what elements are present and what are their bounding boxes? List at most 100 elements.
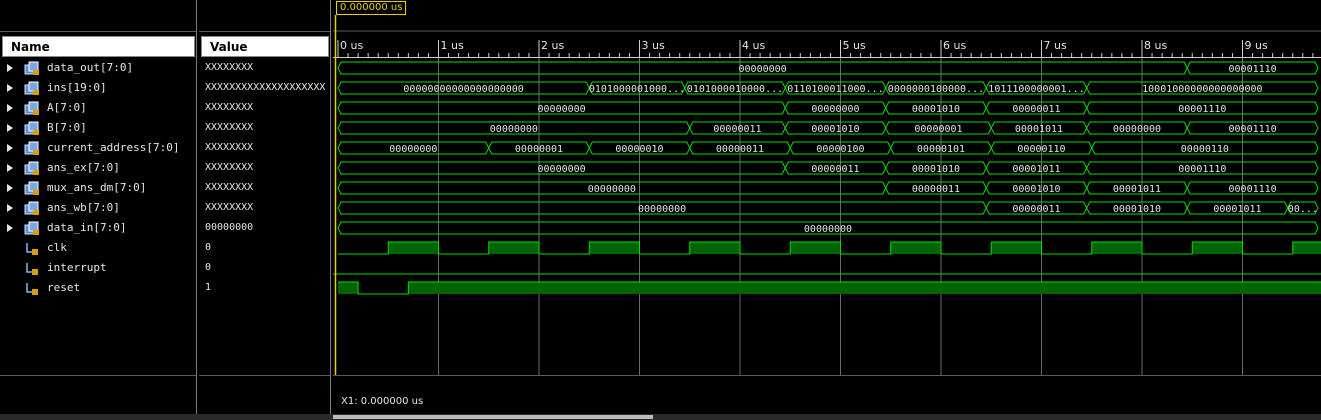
signal-value: XXXXXXXX: [205, 162, 254, 173]
signal-row[interactable]: clk: [0, 238, 197, 258]
bus-value-label: 00001011: [1015, 124, 1063, 135]
expand-arrow-icon[interactable]: [7, 84, 13, 92]
waveform-canvas[interactable]: 0 us 1 us 2 us 3 us 4 us 5 us 6 us 7 us 8 us 9 us…: [333, 0, 1321, 420]
waveform-current-address[interactable]: 00000000 00000001 00000010 00000011 00000100…: [337, 141, 1319, 155]
bus-signal-icon: [24, 201, 40, 215]
waveform-clk[interactable]: [338, 241, 1321, 255]
signal-row[interactable]: ans_wb[7:0]: [0, 198, 197, 218]
signal-row[interactable]: B[7:0]: [0, 118, 197, 138]
bus-value-label: 00000000: [811, 104, 859, 115]
waveform-ans-wb[interactable]: 00000000 00000011 00001010 00001011 00...: [337, 201, 1319, 215]
waveform-A[interactable]: 00000000 00000000 00001010 00000011 00001110: [337, 101, 1319, 115]
expand-arrow-icon[interactable]: [7, 124, 13, 132]
signal-name: mux_ans_dm[7:0]: [47, 181, 147, 194]
bus-value-label: 0000000100000...: [888, 84, 984, 95]
bus-value-label: 00000000: [490, 124, 538, 135]
tick-label: 9 us: [1245, 39, 1268, 52]
bus-value-label: 00000110: [1017, 144, 1065, 155]
clock-high-pulse: [488, 242, 539, 254]
expand-arrow-icon[interactable]: [7, 144, 13, 152]
bus-signal-icon: [24, 61, 40, 75]
waveform-data-out[interactable]: 00000000 00001110: [337, 61, 1319, 75]
pane-divider: [199, 31, 330, 32]
expand-arrow-icon[interactable]: [7, 224, 13, 232]
waveform-reset[interactable]: [338, 281, 1321, 295]
clock-high-pulse: [589, 242, 640, 254]
bus-value-label: 00001110: [1229, 64, 1277, 75]
name-column-header[interactable]: Name: [2, 36, 195, 57]
signal-row[interactable]: A[7:0]: [0, 98, 197, 118]
signal-row[interactable]: data_out[7:0]: [0, 58, 197, 78]
value-pane: Value XXXXXXXX XXXXXXXXXXXXXXXXXXXX XXXXXX…: [199, 0, 331, 420]
bus-signal-icon: [24, 81, 40, 95]
waveform-ans-ex[interactable]: 00000000 00000011 00001010 00001011 00001110: [337, 161, 1319, 175]
bus-value-label: 0101000001000...: [589, 84, 685, 95]
clock-high-pulse: [1192, 242, 1243, 254]
signal-name: ins[19:0]: [47, 81, 107, 94]
reset-high-region: [408, 282, 1321, 294]
bus-value-label: 00001010: [912, 104, 960, 115]
bit-signal-icon: [24, 241, 40, 255]
expand-arrow-icon[interactable]: [7, 184, 13, 192]
bus-signal-icon: [24, 161, 40, 175]
waveform-pane[interactable]: 0 us 1 us 2 us 3 us 4 us 5 us 6 us 7 us 8 us 9 us…: [333, 0, 1321, 420]
pane-divider: [0, 375, 196, 376]
bus-value-label: 0110100011000...: [787, 84, 883, 95]
tick-label: 4 us: [742, 39, 765, 52]
signal-row[interactable]: reset: [0, 278, 197, 298]
waveform-mux-ans-dm[interactable]: 00000000 00000011 00001010 00001011 00001110: [337, 181, 1319, 195]
tick-label: 1 us: [441, 39, 464, 52]
signal-value: XXXXXXXX: [205, 62, 254, 73]
clock-high-pulse: [991, 242, 1042, 254]
signal-row[interactable]: ins[19:0]: [0, 78, 197, 98]
signal-row[interactable]: ans_ex[7:0]: [0, 158, 197, 178]
name-pane: Name data_out[7:0] ins[19:0] A[7:0] B[7:0] c…: [0, 0, 197, 420]
signal-name: data_out[7:0]: [47, 61, 134, 74]
bus-value-label: 00000011: [811, 164, 859, 175]
signal-value: 00000000: [205, 222, 254, 233]
signal-row[interactable]: current_address[7:0]: [0, 138, 197, 158]
expand-arrow-icon[interactable]: [7, 104, 13, 112]
bus-value-label: 00000001: [515, 144, 563, 155]
bus-value-label: 00001110: [1229, 124, 1277, 135]
signal-value: 1: [205, 282, 212, 293]
bus-signal-icon: [24, 101, 40, 115]
signal-row[interactable]: data_in[7:0]: [0, 218, 197, 238]
bus-value-label: 00001110: [1178, 164, 1226, 175]
pane-divider: [0, 31, 196, 32]
waveform-data-in[interactable]: 00000000: [337, 221, 1319, 235]
cursor-time-label[interactable]: 0.000000 us: [336, 1, 407, 15]
horizontal-scrollbar[interactable]: [0, 414, 1321, 420]
signal-value: XXXXXXXX: [205, 122, 254, 133]
clock-high-pulse: [1091, 242, 1142, 254]
bus-value-label: 00000011: [716, 144, 764, 155]
expand-arrow-icon[interactable]: [7, 204, 13, 212]
signal-name: current_address[7:0]: [47, 141, 180, 154]
tick-label: 7 us: [1044, 39, 1067, 52]
expand-arrow-icon[interactable]: [7, 64, 13, 72]
bus-value-label: 00000001: [914, 124, 962, 135]
waveform-ins[interactable]: 00000000000000000000 0101000001000... 0101…: [337, 81, 1319, 95]
signal-name: B[7:0]: [47, 121, 87, 134]
tick-label: 3 us: [642, 39, 665, 52]
signal-row[interactable]: mux_ans_dm[7:0]: [0, 178, 197, 198]
signal-name: interrupt: [47, 261, 107, 274]
scrollbar-thumb[interactable]: [333, 415, 653, 419]
waveform-B[interactable]: 00000000 00000011 00001010 00000001 00001011…: [337, 121, 1319, 135]
bus-signal-icon: [24, 121, 40, 135]
bus-value-label: 00001010: [912, 164, 960, 175]
cursor-readout: X1: 0.000000 us: [341, 396, 424, 407]
bus-value-label: 00000100: [816, 144, 864, 155]
bus-value-label: 00000000: [638, 204, 686, 215]
expand-arrow-icon[interactable]: [7, 164, 13, 172]
tick-label: 0 us: [340, 39, 363, 52]
tick-label: 8 us: [1144, 39, 1167, 52]
clock-high-pulse: [890, 242, 941, 254]
signal-name: data_in[7:0]: [47, 221, 127, 234]
tick-label: 5 us: [843, 39, 866, 52]
clock-high-pulse: [388, 242, 439, 254]
value-column-header[interactable]: Value: [201, 36, 329, 57]
clock-high-pulse: [689, 242, 740, 254]
signal-row[interactable]: interrupt: [0, 258, 197, 278]
bus-value-label: 00000000: [739, 64, 787, 75]
